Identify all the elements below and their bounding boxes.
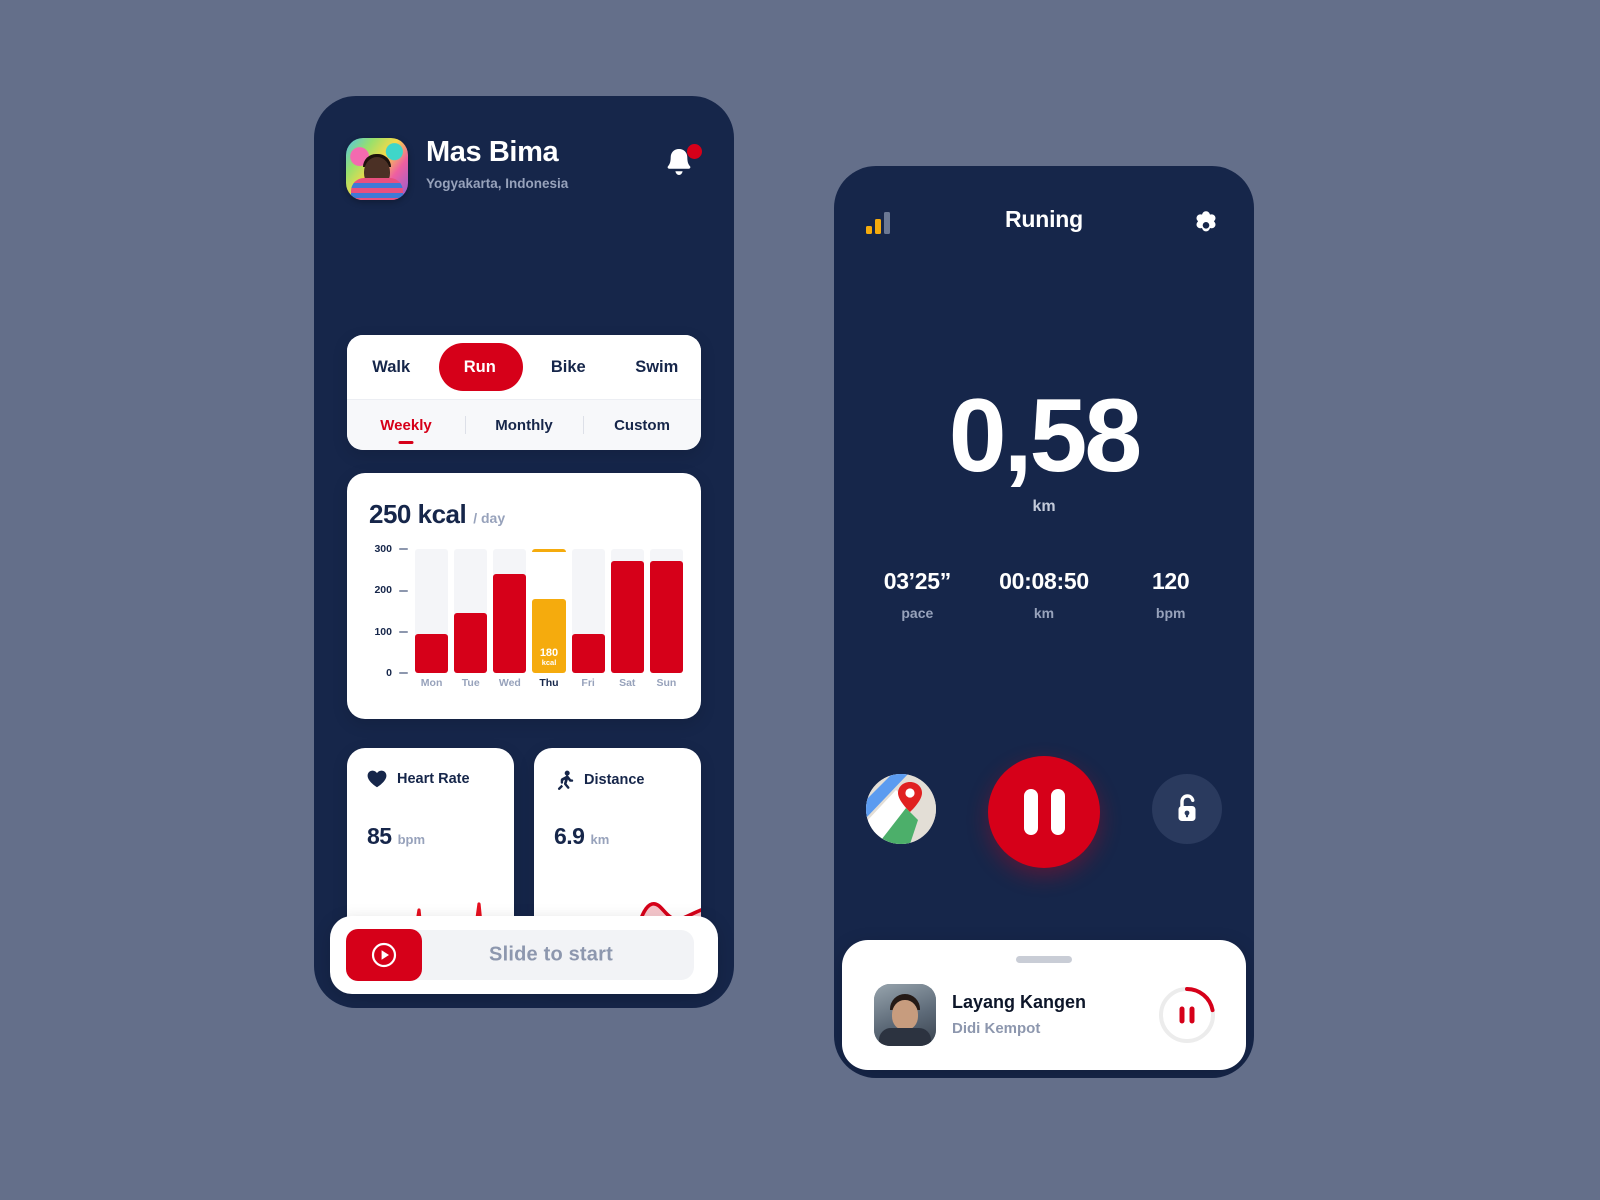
x-tick-fri: Fri xyxy=(581,677,595,689)
slide-to-start-card[interactable]: Slide to start xyxy=(330,916,718,994)
stat-bpm: 120 bpm xyxy=(1107,568,1234,621)
tab-custom[interactable]: Custom xyxy=(583,417,701,434)
gear-icon xyxy=(1196,211,1216,232)
music-pause-button[interactable] xyxy=(1156,984,1218,1046)
bar-fill xyxy=(649,561,683,673)
distance-value: 0,58 xyxy=(948,378,1142,494)
pause-icon xyxy=(1023,789,1038,835)
activity-filter-card: Walk Run Bike Swim Weekly Monthly Custom xyxy=(347,335,701,450)
bar-thu[interactable]: 180 kcal xyxy=(532,549,566,673)
activity-tabs: Walk Run Bike Swim xyxy=(347,335,701,399)
y-tick: 300 xyxy=(365,543,413,555)
y-tick: 200 xyxy=(365,584,413,596)
bar-sun[interactable] xyxy=(649,549,683,673)
tab-bike[interactable]: Bike xyxy=(524,359,613,376)
stat-value: 00:08:50 xyxy=(999,568,1089,594)
distance-unit: km xyxy=(1032,498,1056,515)
phone-dashboard: Mas Bima Yogyakarta, Indonesia Walk Run … xyxy=(314,96,734,1008)
sheet-grabber[interactable] xyxy=(1016,956,1072,963)
x-tick-sat: Sat xyxy=(619,677,636,689)
heart-icon xyxy=(367,770,387,788)
song-artist: Didi Kempot xyxy=(952,1020,1041,1037)
calorie-summary: 250 kcal / day xyxy=(369,499,505,530)
metric-header: Distance xyxy=(554,770,644,790)
stat-value: 03’25” xyxy=(883,568,952,594)
pause-icon xyxy=(1050,789,1065,835)
x-tick-tue: Tue xyxy=(461,677,480,689)
metric-value: 6.9 xyxy=(554,823,585,849)
map-pin-icon xyxy=(866,774,936,844)
page-title: Mas Bima xyxy=(426,136,559,168)
pause-button[interactable] xyxy=(988,756,1100,868)
album-art xyxy=(874,984,936,1046)
bar-fill xyxy=(493,573,527,673)
unlock-icon xyxy=(1178,794,1196,821)
profile-location: Yogyakarta, Indonesia xyxy=(426,176,569,191)
tab-monthly[interactable]: Monthly xyxy=(465,417,583,434)
metric-value-row: 6.9 km xyxy=(554,823,609,850)
slide-knob[interactable] xyxy=(346,929,422,981)
play-icon xyxy=(371,942,397,968)
pause-icon xyxy=(1179,1006,1195,1024)
notification-badge xyxy=(687,144,702,159)
bar-sat[interactable] xyxy=(610,549,644,673)
music-player-card: Layang Kangen Didi Kempot xyxy=(842,940,1246,1070)
period-tabs: Weekly Monthly Custom xyxy=(347,399,701,450)
bar-mon[interactable] xyxy=(415,549,449,673)
y-tick: 0 xyxy=(365,667,413,679)
song-title: Layang Kangen xyxy=(952,992,1087,1012)
stat-pace: 03’25” pace xyxy=(854,568,981,621)
metric-header: Heart Rate xyxy=(367,770,470,788)
stat-label: bpm xyxy=(1155,605,1186,621)
map-button[interactable] xyxy=(866,774,936,844)
bar-fri[interactable] xyxy=(571,549,605,673)
stat-value: 120 xyxy=(1151,568,1190,594)
metric-unit: bpm xyxy=(397,832,426,847)
bar-fill xyxy=(610,561,644,673)
x-tick-sun: Sun xyxy=(656,677,677,689)
screenshot-stage: Mas Bima Yogyakarta, Indonesia Walk Run … xyxy=(0,0,1600,1200)
chart-x-axis: Mon Tue Wed Thu Fri Sat Sun xyxy=(415,677,683,697)
stat-label: km xyxy=(1033,605,1055,621)
session-header: Runing xyxy=(834,206,1254,242)
bar-fill xyxy=(454,613,488,673)
tab-swim[interactable]: Swim xyxy=(613,359,702,376)
x-tick-wed: Wed xyxy=(498,677,521,689)
y-tick: 100 xyxy=(365,626,413,638)
metric-value: 85 xyxy=(367,823,392,849)
avatar[interactable] xyxy=(346,138,408,200)
notification-button[interactable] xyxy=(662,144,702,186)
x-tick-thu: Thu xyxy=(539,677,559,689)
chart-bars: 180 kcal xyxy=(415,549,683,673)
bar-fill xyxy=(415,633,449,673)
bar-fill xyxy=(571,633,605,673)
profile-header: Mas Bima Yogyakarta, Indonesia xyxy=(346,136,702,200)
bar-value-label: 180 kcal xyxy=(539,646,559,668)
stat-time: 00:08:50 km xyxy=(981,568,1108,621)
tab-run[interactable]: Run xyxy=(436,359,525,376)
settings-button[interactable] xyxy=(1188,204,1224,245)
metric-title: Heart Rate xyxy=(397,771,470,787)
tab-weekly[interactable]: Weekly xyxy=(347,417,465,434)
bar-chart: 0 100 200 300 180 kcal Mon Tue Wed Thu Fri Sat Sun xyxy=(365,543,683,699)
calorie-period: / day xyxy=(473,510,506,526)
bar-tue[interactable] xyxy=(454,549,488,673)
phone-running-session: Runing 0,58 km 03’25” pace 00:08:50 km 1… xyxy=(834,166,1254,1078)
lock-button[interactable] xyxy=(1152,774,1222,844)
session-controls xyxy=(834,756,1254,868)
tab-walk[interactable]: Walk xyxy=(347,359,436,376)
metric-value-row: 85 bpm xyxy=(367,823,425,850)
calorie-chart-card: 250 kcal / day 0 100 200 300 180 kcal Mon Tue… xyxy=(347,473,701,719)
stat-label: pace xyxy=(901,605,934,621)
metric-unit: km xyxy=(590,832,610,847)
session-stats: 03’25” pace 00:08:50 km 120 bpm xyxy=(854,568,1234,621)
calorie-value: 250 kcal xyxy=(369,499,467,529)
x-tick-mon: Mon xyxy=(420,677,443,689)
metric-title: Distance xyxy=(584,772,645,788)
bar-wed[interactable] xyxy=(493,549,527,673)
running-person-icon xyxy=(557,770,574,790)
chart-y-axis: 0 100 200 300 xyxy=(365,543,413,679)
